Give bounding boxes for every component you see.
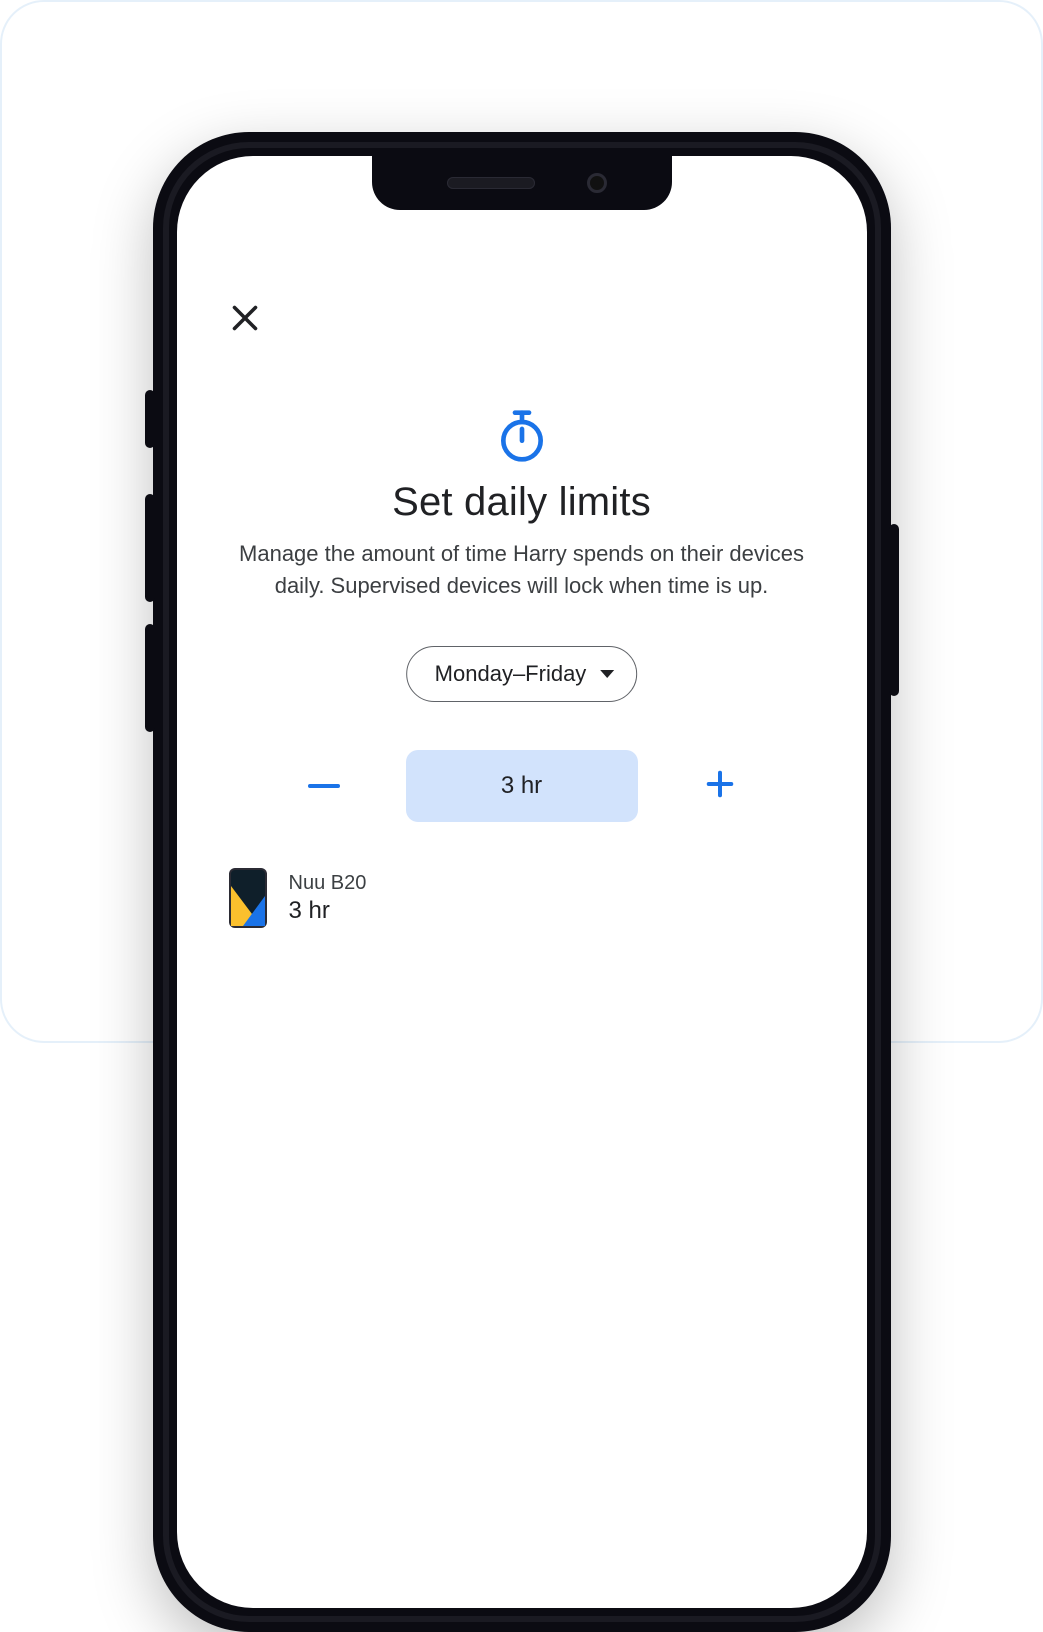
image-frame: Set daily limits Manage the amount of ti… — [0, 0, 1043, 1043]
screen-content: Set daily limits Manage the amount of ti… — [177, 156, 867, 1608]
timer-icon — [494, 408, 550, 464]
decrease-time-button[interactable] — [302, 764, 346, 808]
time-limit-value: 3 hr — [406, 750, 638, 822]
increase-time-button[interactable] — [698, 764, 742, 808]
minus-icon — [308, 784, 340, 788]
phone-mute-switch — [145, 390, 155, 448]
device-info: Nuu B20 3 hr — [289, 872, 367, 925]
phone-device-frame: Set daily limits Manage the amount of ti… — [153, 132, 891, 1632]
close-button[interactable] — [227, 300, 263, 336]
phone-power-button — [889, 524, 899, 696]
page-title: Set daily limits — [177, 480, 867, 525]
phone-screen: Set daily limits Manage the amount of ti… — [177, 156, 867, 1608]
close-icon — [227, 323, 263, 340]
day-range-label: Monday–Friday — [435, 661, 587, 687]
page-subtitle: Manage the amount of time Harry spends o… — [219, 538, 825, 602]
device-list-item[interactable]: Nuu B20 3 hr — [229, 868, 815, 928]
chevron-down-icon — [600, 670, 614, 678]
time-limit-stepper: 3 hr — [302, 750, 742, 822]
day-range-dropdown[interactable]: Monday–Friday — [406, 646, 638, 702]
device-name: Nuu B20 — [289, 872, 367, 895]
plus-icon — [705, 769, 735, 804]
phone-volume-up — [145, 494, 155, 602]
device-phone-icon — [229, 868, 267, 928]
device-time-limit: 3 hr — [289, 897, 367, 925]
phone-volume-down — [145, 624, 155, 732]
